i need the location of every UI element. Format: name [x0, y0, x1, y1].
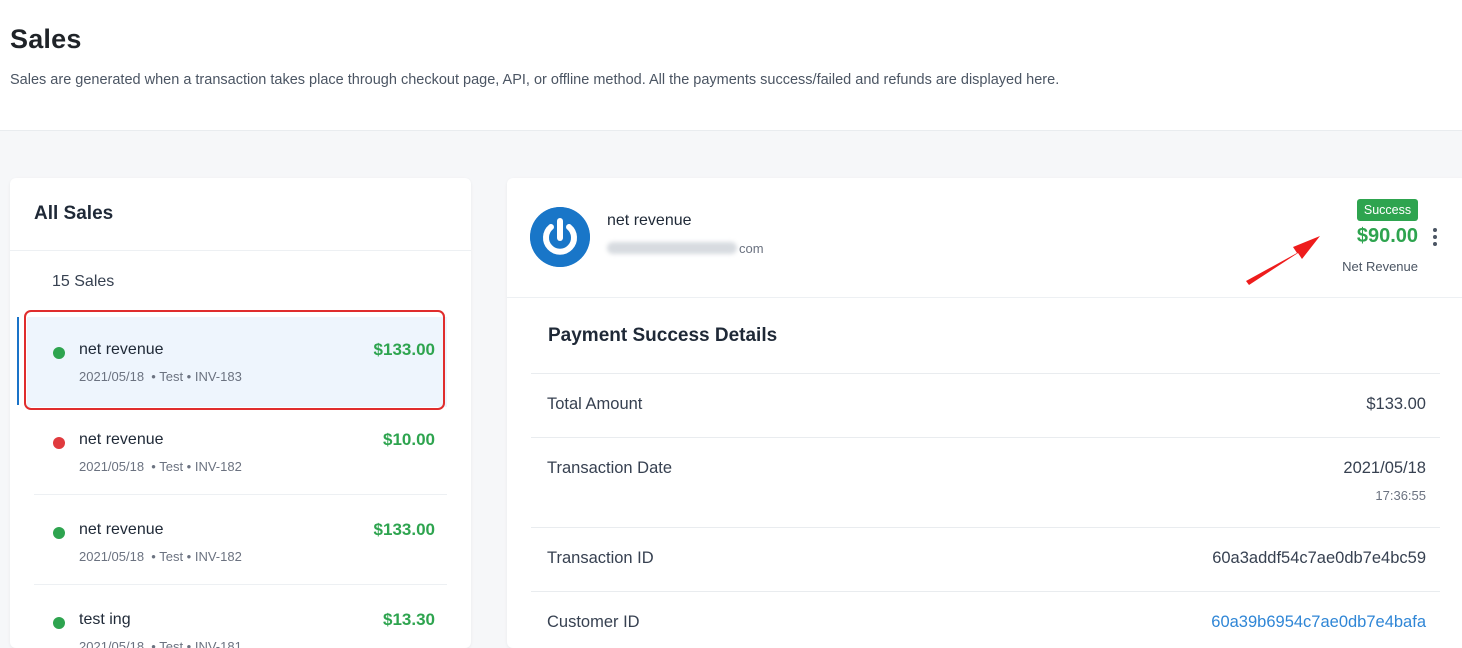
annotation-highlight-box [24, 310, 445, 410]
detail-value-transaction-date: 2021/05/18 [1343, 459, 1426, 477]
divider [531, 373, 1440, 374]
detail-label-transaction-id: Transaction ID [547, 549, 654, 567]
sale-list-item[interactable]: net revenue 2021/05/18 • Test • INV-182 … [27, 407, 447, 497]
sales-count: 15 Sales [52, 273, 115, 290]
status-badge: Success [1357, 199, 1418, 221]
net-revenue-amount: $90.00 [1356, 225, 1418, 247]
kebab-menu-icon[interactable] [1430, 228, 1440, 250]
sale-meta: 2021/05/18 • Test • INV-182 [79, 549, 242, 564]
status-dot-failed [53, 437, 65, 449]
divider [34, 584, 447, 585]
divider [531, 527, 1440, 528]
page-title: Sales [10, 24, 82, 54]
sale-detail-panel: net revenue com Success $90.00 Net Reven… [507, 178, 1462, 648]
status-dot-success [53, 617, 65, 629]
customer-name: net revenue [607, 212, 692, 229]
page-header: Sales Sales are generated when a transac… [0, 0, 1462, 131]
sale-amount: $10.00 [383, 430, 435, 449]
sale-name: net revenue [79, 431, 164, 448]
customer-id-link[interactable]: 60a39b6954c7ae0db7e4bafa [1211, 613, 1426, 632]
detail-value-total-amount: $133.00 [1366, 395, 1426, 413]
status-dot-success [53, 527, 65, 539]
active-item-indicator [17, 317, 19, 405]
power-icon [530, 207, 590, 267]
sales-list-title: All Sales [34, 203, 114, 224]
sale-name: net revenue [79, 521, 164, 538]
detail-value-transaction-time: 17:36:55 [1375, 488, 1426, 503]
sale-list-item[interactable]: net revenue 2021/05/18 • Test • INV-182 … [27, 497, 447, 587]
divider [531, 591, 1440, 592]
sale-name: test ing [79, 611, 131, 628]
sales-list-panel: All Sales 15 Sales net revenue 2021/05/1… [10, 178, 471, 648]
detail-label-total-amount: Total Amount [547, 395, 643, 413]
sale-meta: 2021/05/18 • Test • INV-182 [79, 459, 242, 474]
sale-meta: 2021/05/18 • Test • INV-181 [79, 639, 242, 648]
sale-list-item[interactable]: test ing 2021/05/18 • Test • INV-181 $13… [27, 587, 447, 648]
net-revenue-label: Net Revenue [1342, 259, 1418, 274]
details-section-title: Payment Success Details [548, 325, 778, 346]
customer-email-redacted [607, 242, 737, 254]
sale-amount: $13.30 [383, 610, 435, 629]
customer-email-suffix: com [739, 241, 764, 256]
detail-value-transaction-id: 60a3addf54c7ae0db7e4bc59 [1212, 549, 1426, 567]
detail-label-transaction-date: Transaction Date [547, 459, 673, 477]
page-description: Sales are generated when a transaction t… [10, 72, 1060, 88]
divider [507, 297, 1462, 298]
sale-amount: $133.00 [373, 520, 435, 539]
divider [10, 250, 471, 251]
divider [34, 494, 447, 495]
divider [531, 437, 1440, 438]
detail-label-customer-id: Customer ID [547, 613, 640, 631]
